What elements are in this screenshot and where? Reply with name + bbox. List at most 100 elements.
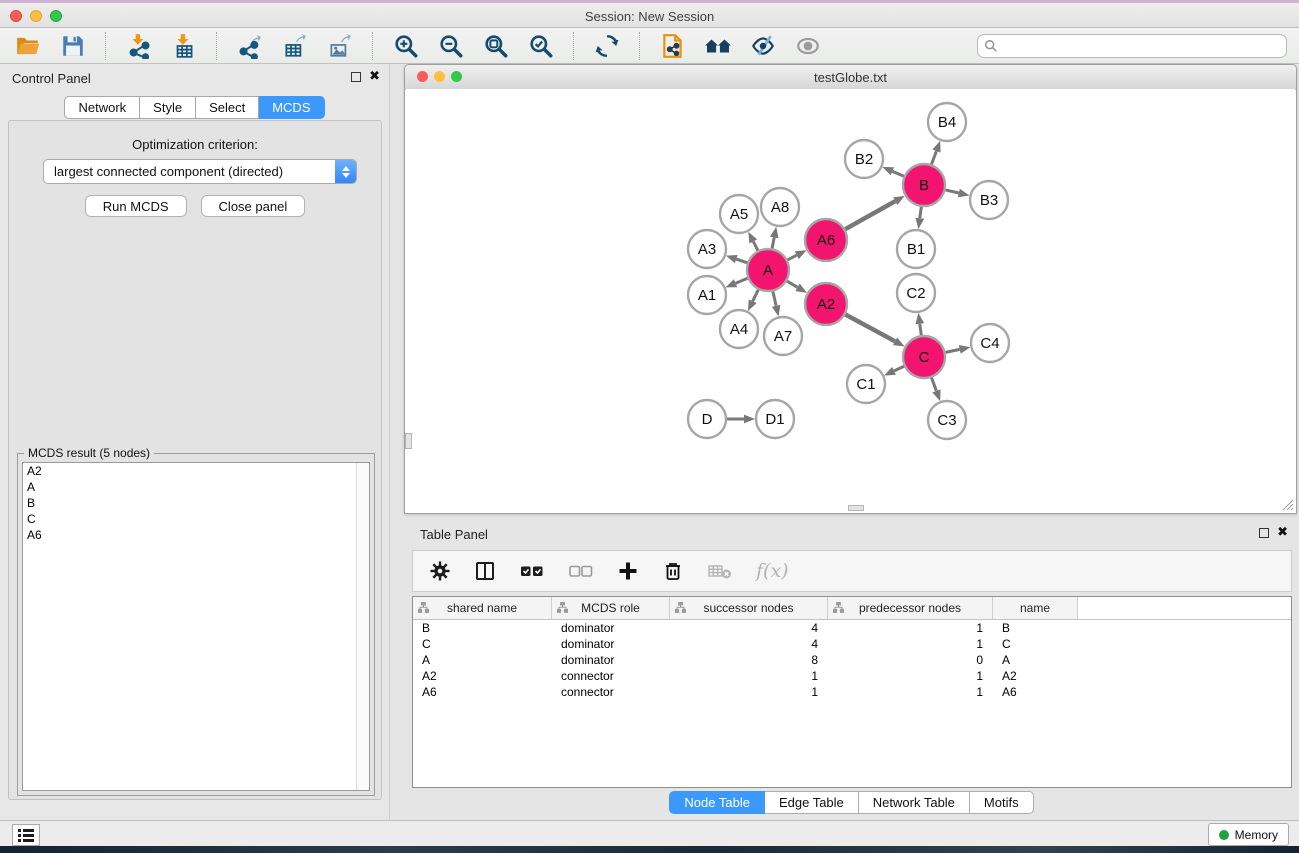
- mcds-result-item[interactable]: C: [23, 511, 369, 527]
- splitter-handle[interactable]: [848, 505, 864, 511]
- table-cell: C: [993, 637, 1078, 651]
- tab-style[interactable]: Style: [140, 96, 196, 119]
- export-image-icon[interactable]: [322, 31, 358, 61]
- table-cell: 4: [670, 621, 828, 635]
- close-table-panel-icon[interactable]: ✖: [1277, 524, 1288, 540]
- scrollbar-track[interactable]: [356, 463, 369, 790]
- edge-A2-C[interactable]: [845, 315, 895, 342]
- edge-C-C1[interactable]: [894, 366, 904, 371]
- refresh-layout-icon[interactable]: [589, 31, 625, 61]
- table-cell: A6: [413, 685, 552, 699]
- network-canvas[interactable]: B4B2BB3A5A8A6A3AB1A1C2A2A4A7CC4C1C3DD1: [406, 89, 1295, 512]
- float-panel-icon[interactable]: [351, 72, 361, 82]
- column-header-successor-nodes[interactable]: successor nodes: [670, 597, 828, 619]
- tab-edge-table[interactable]: Edge Table: [765, 791, 859, 814]
- tab-node-table[interactable]: Node Table: [669, 791, 765, 814]
- import-network-icon[interactable]: [121, 31, 157, 61]
- network-window-titlebar[interactable]: testGlobe.txt: [405, 65, 1296, 90]
- zoom-fit-icon[interactable]: [478, 31, 514, 61]
- resize-grip-icon[interactable]: [1281, 498, 1294, 511]
- column-header-shared-name[interactable]: shared name: [413, 597, 552, 619]
- open-file-icon[interactable]: [10, 31, 46, 61]
- table-cell: 8: [670, 653, 828, 667]
- deselect-all-icon[interactable]: [568, 560, 594, 582]
- mcds-result-group: MCDS result (5 nodes) A2ABCA6: [17, 453, 375, 796]
- tab-select[interactable]: Select: [196, 96, 259, 119]
- add-column-icon[interactable]: [617, 560, 639, 582]
- columns-icon[interactable]: [474, 560, 496, 582]
- edge-B-B2[interactable]: [892, 171, 903, 176]
- eye-icon[interactable]: [790, 31, 826, 61]
- control-panel-header: Control Panel ✖: [0, 64, 389, 92]
- mcds-result-item[interactable]: A6: [23, 527, 369, 543]
- home-icon[interactable]: [700, 31, 736, 61]
- export-network-icon[interactable]: [232, 31, 268, 61]
- splitter-handle[interactable]: [405, 433, 412, 449]
- memory-button[interactable]: Memory: [1208, 823, 1289, 846]
- node-table: shared nameMCDS rolesuccessor nodesprede…: [412, 596, 1292, 788]
- criterion-dropdown[interactable]: largest connected component (directed): [43, 159, 357, 184]
- delete-column-icon[interactable]: [662, 560, 684, 582]
- edge-B-B4[interactable]: [932, 151, 937, 164]
- table-row[interactable]: Adominator80A: [413, 652, 1291, 668]
- export-table-icon[interactable]: [277, 31, 313, 61]
- zoom-out-icon[interactable]: [433, 31, 469, 61]
- column-header-predecessor-nodes[interactable]: predecessor nodes: [828, 597, 993, 619]
- mcds-result-list[interactable]: A2ABCA6: [22, 462, 370, 791]
- task-history-button[interactable]: [12, 824, 40, 846]
- table-row[interactable]: A6connector11A6: [413, 684, 1291, 700]
- column-header-MCDS-role[interactable]: MCDS role: [552, 597, 670, 619]
- save-session-icon[interactable]: [55, 31, 91, 61]
- table-cell: A6: [993, 685, 1078, 699]
- run-mcds-button[interactable]: Run MCDS: [85, 195, 187, 217]
- tab-motifs[interactable]: Motifs: [970, 791, 1034, 814]
- import-table-icon[interactable]: [166, 31, 202, 61]
- network-view-window: testGlobe.txt B4B2BB3A5A8A6A3AB1A1C2A2A4…: [404, 64, 1297, 514]
- edge-A-A7[interactable]: [773, 292, 776, 306]
- edge-C-C3[interactable]: [932, 378, 937, 391]
- mcds-result-item[interactable]: A: [23, 479, 369, 495]
- edge-C-C4[interactable]: [946, 349, 960, 352]
- edge-C-C2[interactable]: [920, 324, 922, 335]
- edge-A-A3[interactable]: [736, 259, 747, 263]
- delete-table-icon: [707, 560, 733, 582]
- edge-A-A6[interactable]: [788, 255, 797, 260]
- column-header-name[interactable]: name: [993, 597, 1078, 619]
- table-cell: 1: [828, 637, 993, 651]
- edge-A-A5[interactable]: [753, 242, 758, 251]
- hide-show-icon[interactable]: [745, 31, 781, 61]
- close-panel-button[interactable]: Close panel: [201, 195, 306, 217]
- gear-icon[interactable]: [429, 560, 451, 582]
- edge-B-B1[interactable]: [920, 207, 922, 218]
- edge-A-A4[interactable]: [753, 290, 759, 302]
- float-table-panel-icon[interactable]: [1259, 528, 1269, 538]
- table-row[interactable]: Bdominator41B: [413, 620, 1291, 636]
- edge-A-A8[interactable]: [772, 238, 774, 249]
- tab-network-table[interactable]: Network Table: [859, 791, 970, 814]
- search-input[interactable]: [1002, 38, 1280, 54]
- edge-B-B3[interactable]: [945, 190, 958, 193]
- edge-A6-B[interactable]: [845, 201, 895, 229]
- node-label: A6: [817, 232, 835, 249]
- table-panel: Table Panel ✖ f(x) shared nameMCDS roles…: [404, 520, 1299, 820]
- edge-A-A2[interactable]: [787, 281, 798, 287]
- close-panel-icon[interactable]: ✖: [369, 68, 380, 84]
- network-from-file-icon[interactable]: [655, 31, 691, 61]
- search-box[interactable]: [977, 34, 1287, 58]
- table-cell: A2: [993, 669, 1078, 683]
- table-cell: A2: [413, 669, 552, 683]
- edge-A-A1[interactable]: [736, 278, 748, 283]
- mcds-result-item[interactable]: B: [23, 495, 369, 511]
- toolbar-separator: [216, 32, 218, 60]
- table-row[interactable]: Cdominator41C: [413, 636, 1291, 652]
- tab-mcds[interactable]: MCDS: [259, 96, 324, 119]
- tab-network[interactable]: Network: [64, 96, 140, 119]
- select-all-icon[interactable]: [519, 560, 545, 582]
- table-cell: 1: [670, 669, 828, 683]
- zoom-selected-icon[interactable]: [523, 31, 559, 61]
- mcds-result-item[interactable]: A2: [23, 463, 369, 479]
- table-row[interactable]: A2connector11A2: [413, 668, 1291, 684]
- node-label: D: [702, 411, 713, 428]
- zoom-in-icon[interactable]: [388, 31, 424, 61]
- node-label: A2: [817, 296, 835, 313]
